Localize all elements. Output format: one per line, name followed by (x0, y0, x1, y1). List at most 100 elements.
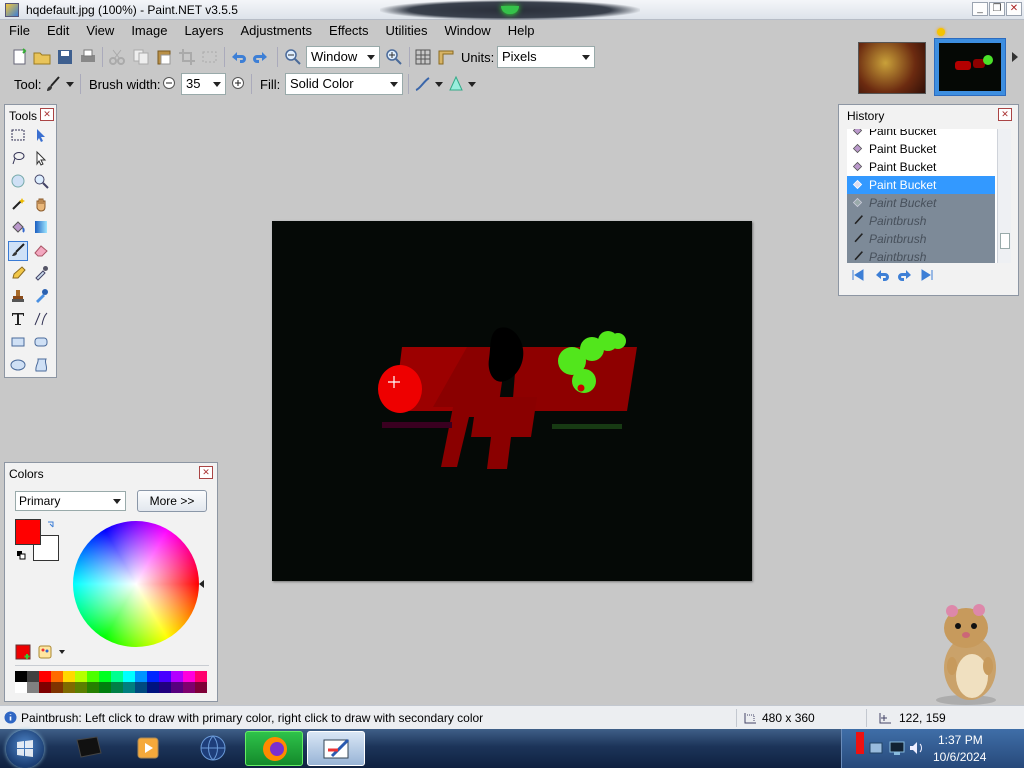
history-item-undone[interactable]: Paint Bucket (847, 194, 995, 212)
menu-file[interactable]: File (0, 20, 38, 38)
rulers-icon[interactable] (437, 48, 455, 66)
palette-swatch[interactable] (75, 682, 87, 693)
tools-panel-close-button[interactable]: ✕ (40, 108, 54, 121)
history-scrollbar[interactable] (997, 129, 1011, 263)
palette-swatch[interactable] (135, 682, 147, 693)
blend-mode-dropdown-icon[interactable] (468, 82, 476, 87)
palette-swatch[interactable] (159, 682, 171, 693)
palette-menu-dropdown-icon[interactable] (59, 650, 65, 654)
antialiasing-dropdown-icon[interactable] (435, 82, 443, 87)
pan-tool[interactable] (31, 195, 51, 215)
palette-swatch[interactable] (135, 671, 147, 682)
paste-icon[interactable] (155, 48, 173, 66)
print-icon[interactable] (79, 48, 97, 66)
taskbar-app-3[interactable] (184, 731, 242, 766)
swap-colors-icon[interactable] (46, 520, 56, 530)
hamster-desktop-pet[interactable] (922, 602, 1014, 706)
thumbnail-scroll-right-icon[interactable] (1012, 52, 1018, 62)
minimize-button[interactable]: _ (972, 2, 988, 16)
grid-icon[interactable] (414, 48, 432, 66)
decrease-width-icon[interactable] (162, 76, 176, 90)
pencil-tool[interactable] (8, 264, 28, 284)
palette-swatch[interactable] (171, 682, 183, 693)
blend-mode-icon[interactable] (447, 75, 465, 93)
increase-width-icon[interactable] (231, 76, 245, 90)
palette-swatch[interactable] (183, 682, 195, 693)
taskbar-app-1[interactable] (60, 731, 118, 766)
menu-layers[interactable]: Layers (175, 20, 231, 38)
brush-width-select[interactable]: 35 (181, 73, 226, 95)
palette-swatch[interactable] (147, 682, 159, 693)
maximize-button[interactable]: ❐ (989, 2, 1005, 16)
history-item-undone[interactable]: Paintbrush (847, 212, 995, 230)
zoom-in-icon[interactable] (385, 48, 403, 66)
palette-swatch[interactable] (111, 671, 123, 682)
copy-icon[interactable] (132, 48, 150, 66)
cut-icon[interactable] (108, 48, 126, 66)
fast-forward-to-end-icon[interactable] (920, 268, 934, 282)
history-item[interactable]: Paint Bucket (847, 158, 995, 176)
gradient-tool[interactable] (31, 218, 51, 238)
palette-swatch[interactable] (159, 671, 171, 682)
freeform-shape-tool[interactable] (31, 356, 51, 376)
antialiasing-icon[interactable] (414, 75, 432, 93)
palette-swatch[interactable] (39, 671, 51, 682)
taskbar-firefox[interactable] (245, 731, 303, 766)
palette-swatch[interactable] (147, 671, 159, 682)
units-select[interactable]: Pixels (497, 46, 595, 68)
paint-bucket-tool[interactable] (8, 218, 28, 238)
palette-swatch[interactable] (51, 671, 63, 682)
line-curve-tool[interactable] (31, 310, 51, 330)
primary-color-swatch[interactable] (15, 519, 41, 545)
history-undo-icon[interactable] (874, 268, 890, 282)
paintbrush-tool[interactable] (8, 241, 28, 261)
tray-device-icon[interactable] (868, 739, 886, 757)
magic-wand-tool[interactable] (8, 195, 28, 215)
palette-swatch[interactable] (111, 682, 123, 693)
value-slider-handle-icon[interactable] (199, 580, 204, 588)
rectangle-select-tool[interactable] (8, 126, 28, 146)
menu-edit[interactable]: Edit (38, 20, 77, 38)
palette-swatch[interactable] (123, 671, 135, 682)
move-selection-outline-tool[interactable] (31, 149, 51, 169)
tray-date[interactable]: 10/6/2024 (933, 750, 986, 764)
save-icon[interactable] (56, 48, 74, 66)
crop-to-selection-icon[interactable] (178, 48, 196, 66)
undo-icon[interactable] (229, 48, 247, 66)
tool-dropdown-arrow-icon[interactable] (66, 82, 74, 87)
history-item[interactable]: Paint Bucket (847, 140, 995, 158)
image-tab-thumbnail-2[interactable] (934, 38, 1006, 96)
rewind-to-start-icon[interactable] (851, 268, 865, 282)
palette-swatch[interactable] (87, 671, 99, 682)
color-mode-select[interactable]: Primary (15, 491, 126, 511)
palette-swatch[interactable] (171, 671, 183, 682)
menu-view[interactable]: View (77, 20, 122, 38)
history-item-undone[interactable]: Paintbrush (847, 230, 995, 248)
history-panel-close-button[interactable]: ✕ (998, 108, 1012, 121)
zoom-select[interactable]: Window (306, 46, 380, 68)
palette-menu-icon[interactable] (37, 644, 53, 660)
ellipse-select-tool[interactable] (8, 172, 28, 192)
tray-volume-icon[interactable] (908, 739, 926, 757)
history-redo-icon[interactable] (897, 268, 913, 282)
eraser-tool[interactable] (31, 241, 51, 261)
deselect-icon[interactable] (201, 48, 219, 66)
palette-swatch[interactable] (99, 682, 111, 693)
ellipse-tool[interactable] (8, 356, 28, 376)
palette-swatch[interactable] (99, 671, 111, 682)
menu-window[interactable]: Window (435, 20, 498, 38)
palette-swatch[interactable] (195, 671, 207, 682)
menu-effects[interactable]: Effects (320, 20, 377, 38)
rectangle-tool[interactable] (8, 333, 28, 353)
text-tool[interactable] (8, 310, 28, 330)
tray-time[interactable]: 1:37 PM (938, 733, 983, 747)
recolor-tool[interactable] (31, 287, 51, 307)
history-item-undone[interactable]: Paintbrush (847, 248, 995, 263)
history-scroll-thumb[interactable] (1000, 233, 1010, 249)
rounded-rectangle-tool[interactable] (31, 333, 51, 353)
reset-colors-icon[interactable] (16, 550, 26, 560)
paintbrush-tool-icon[interactable] (44, 75, 62, 93)
taskbar-app-2[interactable] (119, 731, 177, 766)
menu-help[interactable]: Help (499, 20, 543, 38)
lasso-select-tool[interactable] (8, 149, 28, 169)
